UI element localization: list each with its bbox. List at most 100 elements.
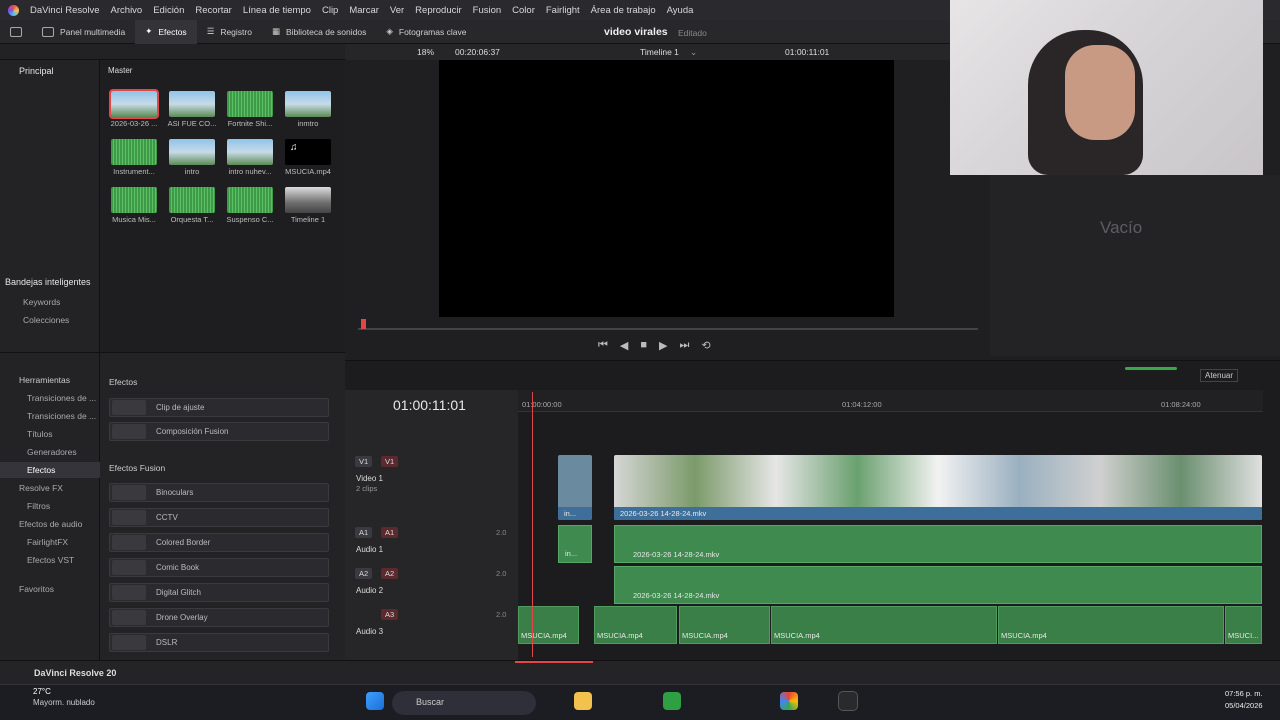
menu-fairlight[interactable]: Fairlight — [546, 5, 580, 16]
effect-thumbnail-icon — [112, 610, 146, 625]
timeline-ruler[interactable]: 01:00:00:00 01:04:12:00 01:08:24:00 — [518, 390, 1263, 412]
play-reverse-icon[interactable]: ◀ — [620, 339, 628, 352]
a1-audio-clip[interactable]: 2026-03-26 14-28-24.mkv — [614, 525, 1262, 563]
a3-audio-clip[interactable]: MSUCI... — [1225, 606, 1262, 644]
menu-recortar[interactable]: Recortar — [195, 5, 231, 16]
v1-source-tag[interactable]: V1 — [355, 456, 373, 467]
menu-reproducir[interactable]: Reproducir — [415, 5, 461, 16]
viewer-screen[interactable] — [439, 60, 894, 317]
menu-fusion[interactable]: Fusion — [473, 5, 502, 16]
tree-transiciones-video[interactable]: Transiciones de ... — [27, 393, 96, 403]
volume-slider[interactable] — [1125, 367, 1177, 370]
media-thumbnail[interactable] — [111, 187, 157, 213]
a3-audio-clip[interactable]: MSUCIA.mp4 — [771, 606, 997, 644]
keyframes-button[interactable]: ◈ Fotogramas clave — [376, 20, 476, 44]
effect-item[interactable]: Binoculars — [109, 483, 329, 502]
effect-item-label: Composición Fusion — [156, 427, 229, 436]
menu-clip[interactable]: Clip — [322, 5, 338, 16]
a2-source-tag[interactable]: A2 — [355, 568, 373, 579]
intro-video-clip[interactable]: in... — [558, 455, 592, 520]
tree-filtros[interactable]: Filtros — [27, 501, 50, 511]
a3-audio-clip[interactable]: MSUCIA.mp4 — [518, 606, 579, 644]
a3-audio-clip[interactable]: MSUCIA.mp4 — [679, 606, 770, 644]
a2-dest-tag[interactable]: A2 — [381, 568, 399, 579]
media-thumbnail[interactable] — [285, 187, 331, 213]
file-explorer-icon[interactable] — [574, 692, 592, 710]
menu-color[interactable]: Color — [512, 5, 535, 16]
chrome-icon[interactable] — [780, 692, 798, 710]
media-thumbnail[interactable] — [169, 91, 215, 117]
go-to-start-icon[interactable]: ⏮ — [598, 339, 608, 352]
tree-efectos[interactable]: Efectos — [27, 465, 55, 475]
menu-ayuda[interactable]: Ayuda — [667, 5, 694, 16]
menu-area-de-trabajo[interactable]: Área de trabajo — [591, 5, 656, 16]
menu-linea-de-tiempo[interactable]: Línea de tiempo — [243, 5, 311, 16]
main-video-clip[interactable]: 2026-03-26 14-28-24.mkv — [614, 455, 1262, 520]
tree-titulos[interactable]: Títulos — [27, 429, 53, 439]
effect-item[interactable]: DSLR — [109, 633, 329, 652]
main-video-clip-label: 2026-03-26 14-28-24.mkv — [614, 507, 1262, 520]
menu-archivo[interactable]: Archivo — [111, 5, 143, 16]
media-thumbnail[interactable] — [109, 89, 159, 119]
media-thumbnail[interactable] — [169, 187, 215, 213]
tree-efectos-vst[interactable]: Efectos VST — [27, 555, 74, 565]
chevron-down-icon[interactable]: ⌄ — [690, 47, 697, 58]
bin-principal[interactable]: Principal — [19, 66, 54, 76]
effect-item[interactable]: Digital Glitch — [109, 583, 329, 602]
a3-audio-clip-label: MSUCIA.mp4 — [597, 631, 643, 640]
media-pool-button[interactable]: Panel multimedia — [32, 20, 135, 44]
media-thumbnail[interactable] — [227, 187, 273, 213]
media-thumbnail[interactable] — [111, 139, 157, 165]
media-thumbnail[interactable] — [169, 139, 215, 165]
tree-resolve-fx[interactable]: Resolve FX — [19, 483, 63, 493]
a3-dest-tag[interactable]: A3 — [381, 609, 399, 620]
viewer-scrubber[interactable] — [358, 328, 978, 330]
effect-item[interactable]: CCTV — [109, 508, 329, 527]
effect-item[interactable]: Composición Fusion — [109, 422, 329, 441]
effect-item[interactable]: Comic Book — [109, 558, 329, 577]
timeline-selector[interactable]: Timeline 1 — [640, 47, 679, 57]
xbox-icon[interactable] — [663, 692, 681, 710]
viewer-playhead[interactable] — [361, 319, 366, 329]
log-button[interactable]: ☰ Registro — [197, 20, 262, 44]
go-to-end-icon[interactable]: ⏭ — [680, 339, 690, 352]
stop-icon[interactable]: ■ — [640, 339, 647, 352]
a3-audio-clip[interactable]: MSUCIA.mp4 — [998, 606, 1224, 644]
play-icon[interactable]: ▶ — [659, 339, 667, 352]
tree-generadores[interactable]: Generadores — [27, 447, 77, 457]
a2-audio-clip[interactable]: 2026-03-26 14-28-24.mkv — [614, 566, 1262, 604]
menu-ver[interactable]: Ver — [390, 5, 404, 16]
taskbar-search[interactable]: Buscar — [392, 691, 536, 715]
ruler-tick-label: 01:00:00:00 — [522, 400, 562, 409]
menu-edicion[interactable]: Edición — [153, 5, 184, 16]
media-thumbnail[interactable] — [227, 91, 273, 117]
effect-item[interactable]: Colored Border — [109, 533, 329, 552]
effect-item[interactable]: Clip de ajuste — [109, 398, 329, 417]
smart-bin-colecciones[interactable]: Colecciones — [23, 315, 69, 325]
tree-favoritos[interactable]: Favoritos — [19, 584, 54, 594]
windows-start-icon[interactable] — [366, 692, 384, 710]
effect-item[interactable]: Drone Overlay — [109, 608, 329, 627]
tree-efectos-audio[interactable]: Efectos de audio — [19, 519, 82, 529]
zoom-level[interactable]: 18% — [417, 47, 434, 57]
layout-toggle-button[interactable] — [0, 20, 32, 44]
v1-dest-tag[interactable]: V1 — [381, 456, 399, 467]
loop-icon[interactable]: ⟲ — [701, 339, 710, 352]
sound-library-button[interactable]: ▦ Biblioteca de sonidos — [262, 20, 376, 44]
smart-bin-keywords[interactable]: Keywords — [23, 297, 60, 307]
a1-dest-tag[interactable]: A1 — [381, 527, 399, 538]
davinci-taskbar-icon[interactable] — [838, 691, 858, 711]
tree-transiciones-audio[interactable]: Transiciones de ... — [27, 411, 96, 421]
attenuate-button[interactable]: Atenuar — [1200, 369, 1239, 382]
effects-button[interactable]: ✦ Efectos — [135, 19, 197, 44]
timeline-playhead[interactable] — [532, 392, 533, 657]
intro-audio-clip[interactable]: in... — [558, 525, 592, 563]
tree-fairlightfx[interactable]: FairlightFX — [27, 537, 68, 547]
a3-audio-clip[interactable]: MSUCIA.mp4 — [594, 606, 677, 644]
media-thumbnail[interactable] — [285, 91, 331, 117]
menu-marcar[interactable]: Marcar — [349, 5, 379, 16]
media-thumbnail[interactable]: ♫ — [285, 139, 331, 165]
tree-herramientas[interactable]: Herramientas — [19, 375, 70, 385]
media-thumbnail[interactable] — [227, 139, 273, 165]
a1-source-tag[interactable]: A1 — [355, 527, 373, 538]
